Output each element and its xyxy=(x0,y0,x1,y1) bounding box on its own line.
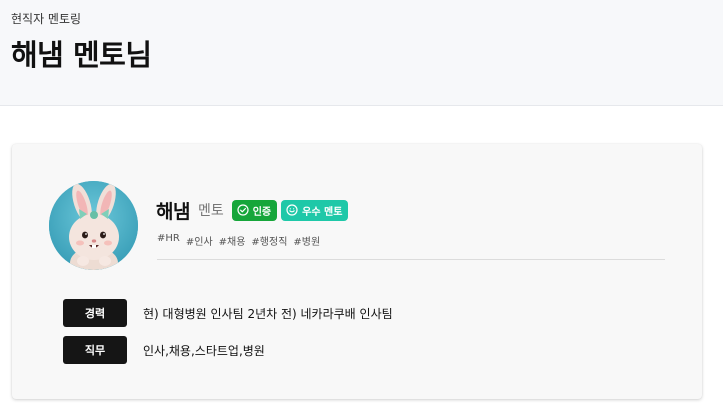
divider xyxy=(157,259,665,260)
tag-list: #HR #인사 #채용 #행정직 #병원 xyxy=(157,233,326,248)
page-title: 해냄 멘토님 xyxy=(11,38,152,72)
breadcrumb[interactable]: 현직자 멘토링 xyxy=(11,10,81,27)
career-value: 현) 대형병원 인사팀 2년차 전) 네카라쿠배 인사팀 xyxy=(143,306,393,321)
excellent-mentor-badge-label: 우수 멘토 xyxy=(302,206,343,218)
job-value: 인사,채용,스타트업,병원 xyxy=(143,343,265,358)
mentor-profile-card: 해냄 멘토 인증 우수 멘토 #HR #인사 #채용 #행정직 #병원 경력 현… xyxy=(12,144,702,399)
verified-badge: 인증 xyxy=(231,199,278,221)
mentor-role: 멘토 xyxy=(197,203,224,219)
tag-item[interactable]: #병원 xyxy=(293,233,320,248)
check-circle-icon xyxy=(237,204,249,216)
smile-icon xyxy=(286,204,298,216)
career-row: 경력 현) 대형병원 인사팀 2년차 전) 네카라쿠배 인사팀 xyxy=(63,299,393,327)
tag-item[interactable]: #행정직 xyxy=(251,233,287,248)
avatar xyxy=(49,181,138,270)
career-label: 경력 xyxy=(63,299,127,327)
verified-badge-label: 인증 xyxy=(252,206,272,218)
excellent-mentor-badge: 우수 멘토 xyxy=(281,199,349,221)
mentor-name: 해냄 xyxy=(156,200,190,223)
tag-item[interactable]: #HR xyxy=(157,233,180,248)
page-header: 현직자 멘토링 해냄 멘토님 xyxy=(0,0,723,106)
job-label: 직무 xyxy=(63,336,127,364)
bunny-avatar-icon xyxy=(49,181,138,270)
tag-item[interactable]: #인사 xyxy=(186,233,213,248)
tag-item[interactable]: #채용 xyxy=(219,233,246,248)
mentor-name-row: 해냄 멘토 인증 우수 멘토 xyxy=(156,199,352,223)
job-row: 직무 인사,채용,스타트업,병원 xyxy=(63,336,265,364)
